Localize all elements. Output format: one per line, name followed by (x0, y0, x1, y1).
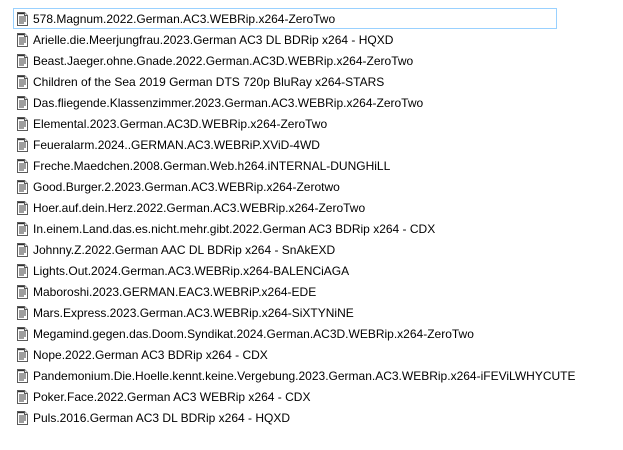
file-name: Hoer.auf.dein.Herz.2022.German.AC3.WEBRi… (33, 200, 366, 215)
file-row[interactable]: Elemental.2023.German.AC3D.WEBRip.x264-Z… (14, 113, 614, 134)
text-document-icon (17, 347, 28, 362)
file-name: Puls.2016.German AC3 DL BDRip x264 - HQX… (33, 410, 290, 425)
text-document-icon (17, 95, 28, 110)
file-name: Mars.Express.2023.German.AC3.WEBRip.x264… (33, 305, 354, 320)
file-name: Freche.Maedchen.2008.German.Web.h264.iNT… (33, 158, 391, 173)
file-row[interactable]: Megamind.gegen.das.Doom.Syndikat.2024.Ge… (14, 323, 614, 344)
text-document-icon (17, 284, 28, 299)
file-name: Megamind.gegen.das.Doom.Syndikat.2024.Ge… (33, 326, 474, 341)
text-document-icon (17, 305, 28, 320)
file-row[interactable]: Das.fliegende.Klassenzimmer.2023.German.… (14, 92, 614, 113)
text-document-icon (17, 11, 28, 26)
file-name: Das.fliegende.Klassenzimmer.2023.German.… (33, 95, 424, 110)
text-document-icon (17, 410, 28, 425)
text-document-icon (17, 326, 28, 341)
file-row[interactable]: Johnny.Z.2022.German AAC DL BDRip x264 -… (14, 239, 614, 260)
file-row[interactable]: 578.Magnum.2022.German.AC3.WEBRip.x264-Z… (13, 8, 557, 29)
file-row[interactable]: Arielle.die.Meerjungfrau.2023.German AC3… (14, 29, 614, 50)
file-name: Lights.Out.2024.German.AC3.WEBRip.x264-B… (33, 263, 350, 278)
file-name: 578.Magnum.2022.German.AC3.WEBRip.x264-Z… (33, 11, 336, 26)
file-row[interactable]: Hoer.auf.dein.Herz.2022.German.AC3.WEBRi… (14, 197, 614, 218)
file-row[interactable]: Mars.Express.2023.German.AC3.WEBRip.x264… (14, 302, 614, 323)
text-document-icon (17, 221, 28, 236)
file-name: Elemental.2023.German.AC3D.WEBRip.x264-Z… (33, 116, 328, 131)
file-name: Johnny.Z.2022.German AAC DL BDRip x264 -… (33, 242, 336, 257)
file-row[interactable]: Nope.2022.German AC3 BDRip x264 - CDX (14, 344, 614, 365)
text-document-icon (17, 74, 28, 89)
file-row[interactable]: In.einem.Land.das.es.nicht.mehr.gibt.202… (14, 218, 614, 239)
file-name: Maboroshi.2023.GERMAN.EAC3.WEBRiP.x264-E… (33, 284, 317, 299)
text-document-icon (17, 137, 28, 152)
file-row[interactable]: Pandemonium.Die.Hoelle.kennt.keine.Verge… (14, 365, 614, 386)
file-row[interactable]: Maboroshi.2023.GERMAN.EAC3.WEBRiP.x264-E… (14, 281, 614, 302)
text-document-icon (17, 179, 28, 194)
text-document-icon (17, 200, 28, 215)
text-document-icon (17, 368, 28, 383)
file-row[interactable]: Children of the Sea 2019 German DTS 720p… (14, 71, 614, 92)
file-name: Arielle.die.Meerjungfrau.2023.German AC3… (33, 32, 394, 47)
file-row[interactable]: Poker.Face.2022.German AC3 WEBRip x264 -… (14, 386, 614, 407)
file-name: In.einem.Land.das.es.nicht.mehr.gibt.202… (33, 221, 436, 236)
file-name: Good.Burger.2.2023.German.AC3.WEBRip.x26… (33, 179, 340, 194)
text-document-icon (17, 242, 28, 257)
text-document-icon (17, 389, 28, 404)
file-name: Nope.2022.German AC3 BDRip x264 - CDX (33, 347, 268, 362)
file-row[interactable]: Feueralarm.2024..GERMAN.AC3.WEBRiP.XViD-… (14, 134, 614, 155)
text-document-icon (17, 32, 28, 47)
file-row[interactable]: Puls.2016.German AC3 DL BDRip x264 - HQX… (14, 407, 614, 428)
file-list: 578.Magnum.2022.German.AC3.WEBRip.x264-Z… (13, 8, 614, 428)
text-document-icon (17, 263, 28, 278)
file-row[interactable]: Good.Burger.2.2023.German.AC3.WEBRip.x26… (14, 176, 614, 197)
text-document-icon (17, 116, 28, 131)
text-document-icon (17, 158, 28, 173)
file-name: Feueralarm.2024..GERMAN.AC3.WEBRiP.XViD-… (33, 137, 320, 152)
file-name: Children of the Sea 2019 German DTS 720p… (33, 74, 385, 89)
file-name: Beast.Jaeger.ohne.Gnade.2022.German.AC3D… (33, 53, 414, 68)
file-row[interactable]: Lights.Out.2024.German.AC3.WEBRip.x264-B… (14, 260, 614, 281)
file-name: Pandemonium.Die.Hoelle.kennt.keine.Verge… (33, 368, 576, 383)
file-row[interactable]: Beast.Jaeger.ohne.Gnade.2022.German.AC3D… (14, 50, 614, 71)
text-document-icon (17, 53, 28, 68)
file-name: Poker.Face.2022.German AC3 WEBRip x264 -… (33, 389, 311, 404)
file-row[interactable]: Freche.Maedchen.2008.German.Web.h264.iNT… (14, 155, 614, 176)
